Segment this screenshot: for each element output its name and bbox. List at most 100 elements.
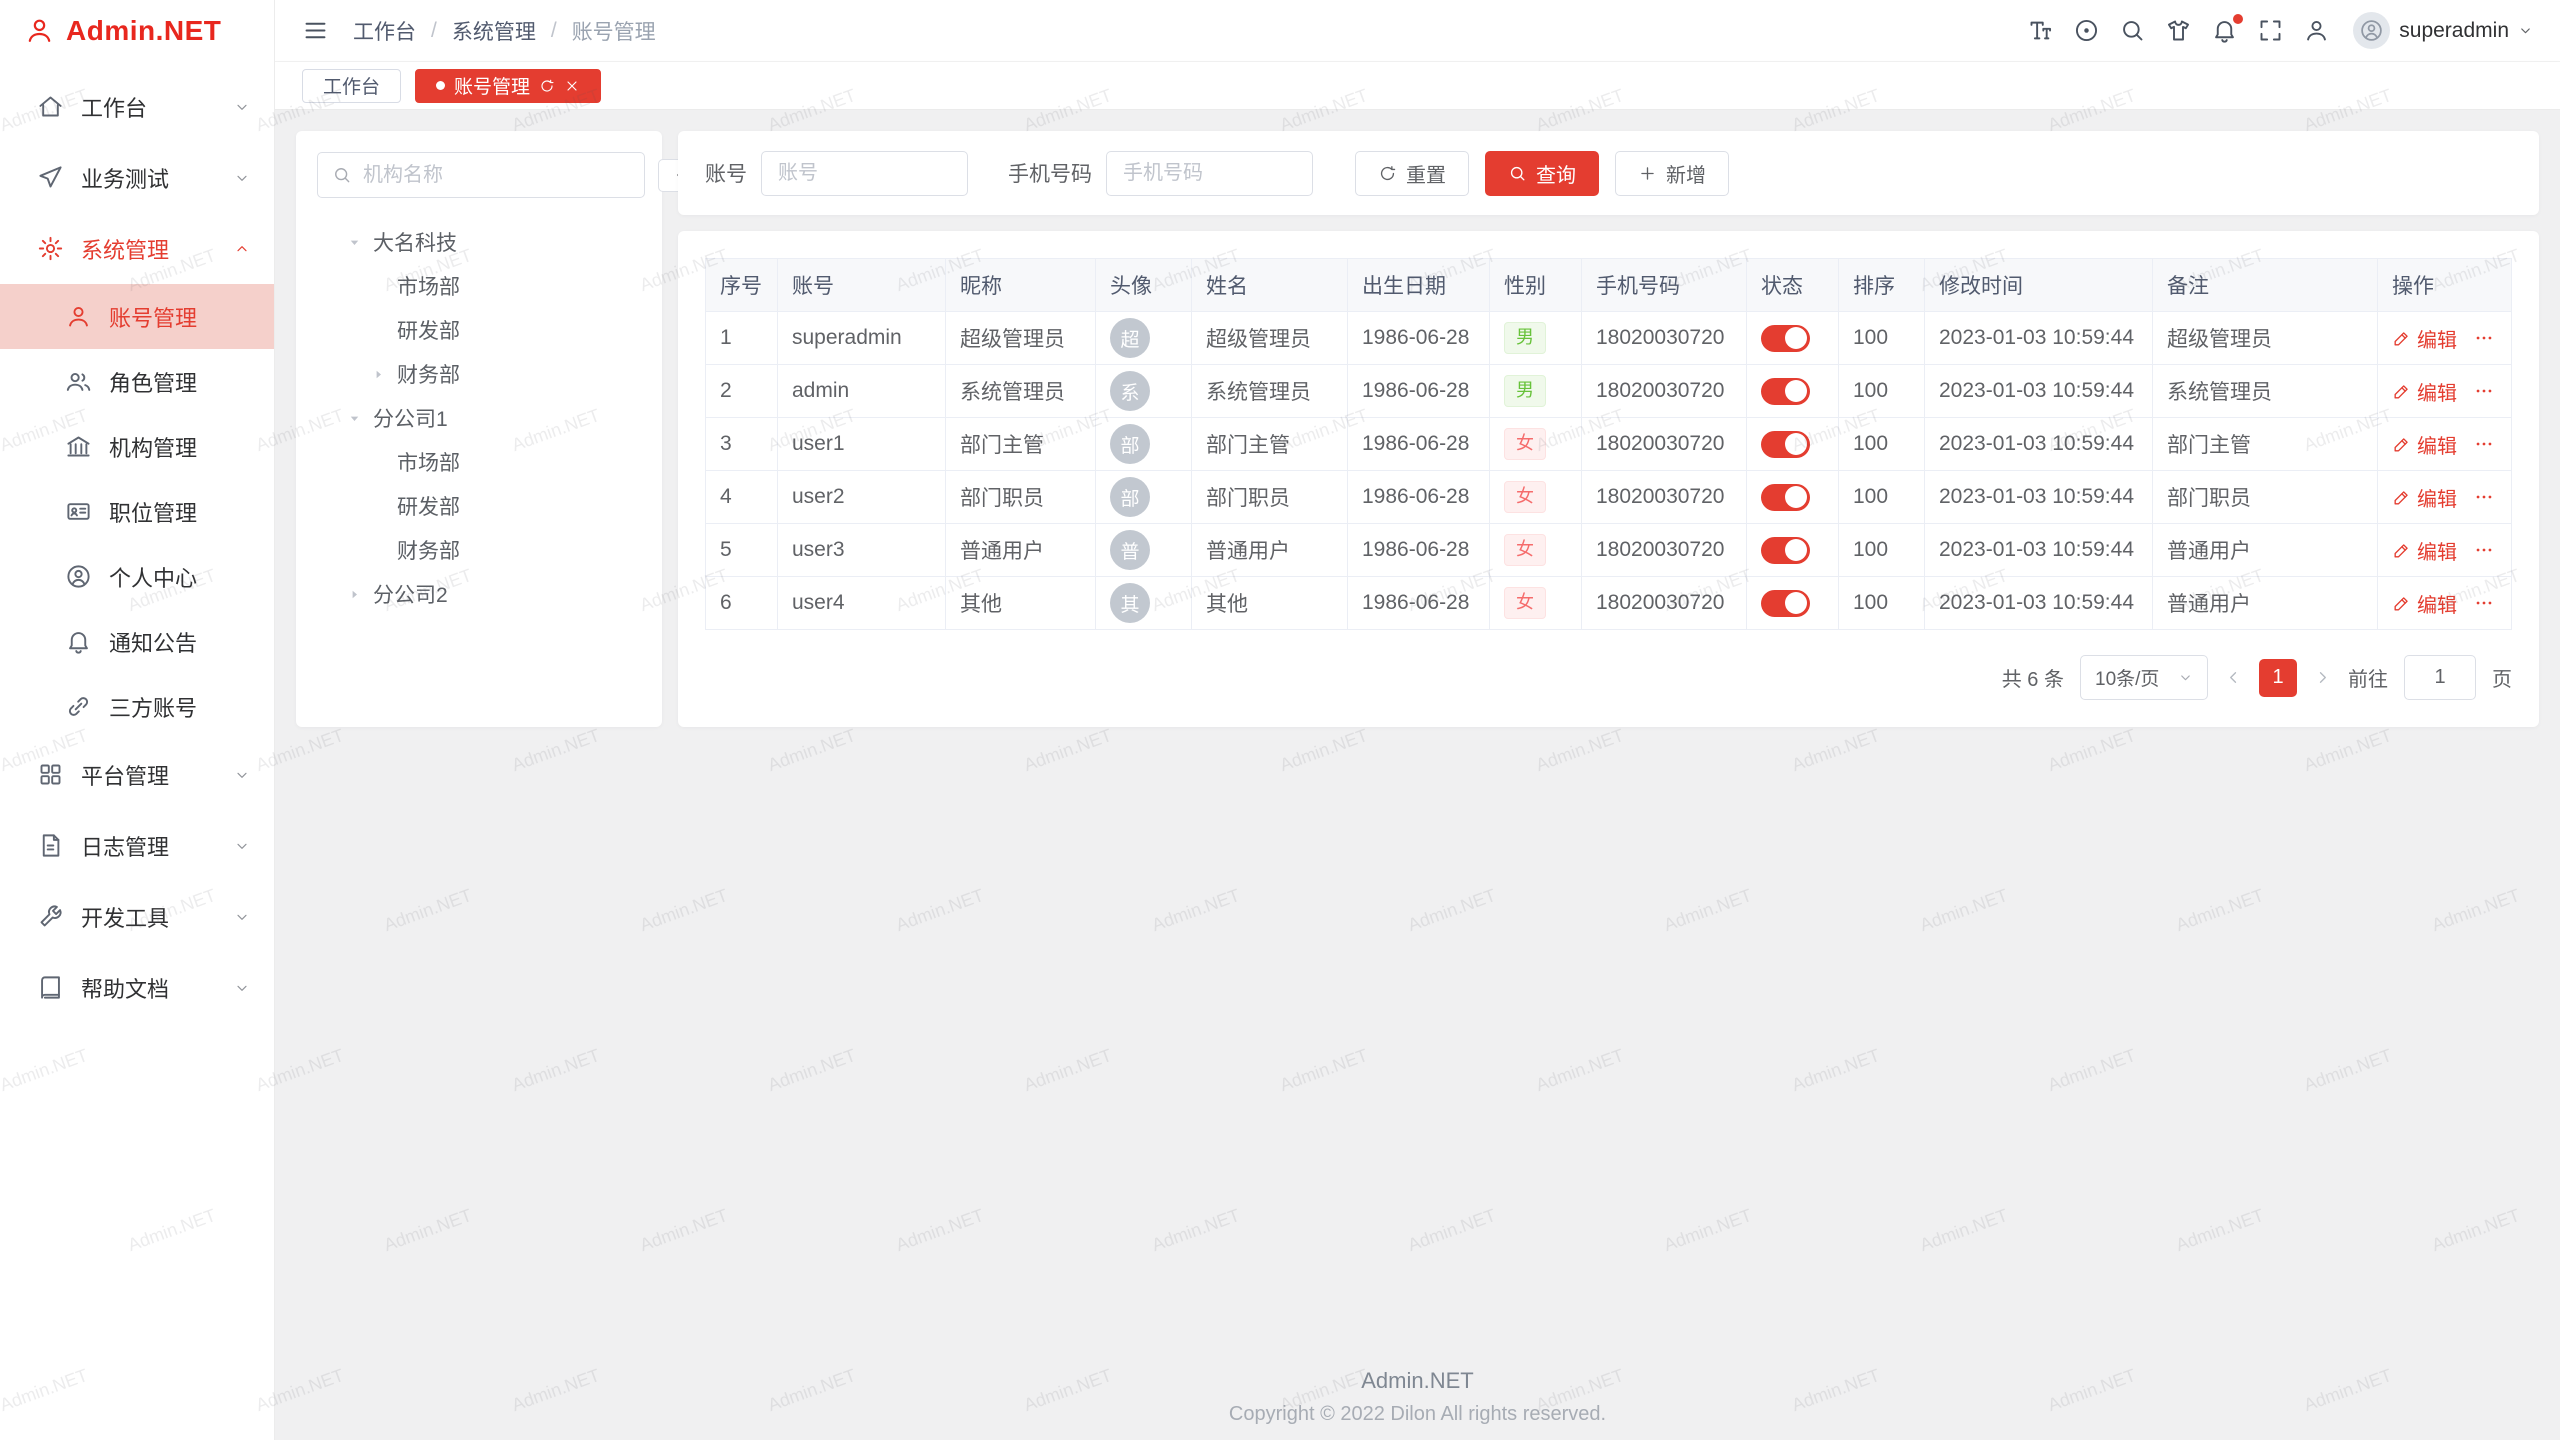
edit-button[interactable]: 编辑: [2392, 483, 2457, 512]
sidebar-item-工作台[interactable]: 工作台: [0, 71, 274, 142]
sidebar-item-日志管理[interactable]: 日志管理: [0, 810, 274, 881]
tree-node-分公司1[interactable]: 分公司1: [317, 396, 641, 440]
sidebar-subitem-个人中心[interactable]: 个人中心: [0, 544, 274, 609]
cell-actions[interactable]: 编辑: [2378, 471, 2512, 524]
row-more-button[interactable]: [2473, 539, 2495, 561]
edit-button[interactable]: 编辑: [2392, 377, 2457, 406]
notification-bell[interactable]: [2211, 17, 2238, 44]
row-more-button[interactable]: [2473, 433, 2495, 455]
cell-status[interactable]: [1747, 577, 1839, 630]
cell-gender: 女: [1490, 418, 1582, 471]
reset-button[interactable]: 重置: [1355, 151, 1469, 196]
goto-page-input[interactable]: [2404, 655, 2476, 700]
current-page[interactable]: 1: [2259, 659, 2297, 697]
cell-status[interactable]: [1747, 365, 1839, 418]
sidebar-item-平台管理[interactable]: 平台管理: [0, 739, 274, 810]
caret-right-icon[interactable]: [347, 587, 362, 602]
sidebar-item-开发工具[interactable]: 开发工具: [0, 881, 274, 952]
row-more-button[interactable]: [2473, 380, 2495, 402]
status-toggle[interactable]: [1761, 378, 1810, 405]
cell-actions[interactable]: 编辑: [2378, 365, 2512, 418]
table-header-row: 序号账号昵称头像姓名出生日期性别手机号码状态排序修改时间备注操作: [706, 259, 2512, 312]
add-button[interactable]: 新增: [1615, 151, 1729, 196]
cell-actions[interactable]: 编辑: [2378, 418, 2512, 471]
caret-down-icon[interactable]: [347, 411, 362, 426]
sidebar-item-业务测试[interactable]: 业务测试: [0, 142, 274, 213]
status-toggle[interactable]: [1761, 325, 1810, 352]
tab-工作台[interactable]: 工作台: [302, 69, 401, 103]
status-toggle[interactable]: [1761, 431, 1810, 458]
edit-button[interactable]: 编辑: [2392, 589, 2457, 618]
account-input[interactable]: [761, 151, 968, 196]
edit-button[interactable]: 编辑: [2392, 430, 2457, 459]
page-size-select[interactable]: 10条/页: [2080, 655, 2208, 700]
sidebar-subitem-职位管理[interactable]: 职位管理: [0, 479, 274, 544]
target-icon[interactable]: [2073, 17, 2100, 44]
org-search-input[interactable]: [317, 152, 645, 198]
avatar: 部: [1110, 477, 1150, 517]
cell-status[interactable]: [1747, 524, 1839, 577]
search-icon[interactable]: [2119, 17, 2146, 44]
sidebar-subitem-账号管理[interactable]: 账号管理: [0, 284, 274, 349]
fullscreen-icon[interactable]: [2257, 17, 2284, 44]
status-toggle[interactable]: [1761, 484, 1810, 511]
prev-page-button[interactable]: [2224, 668, 2243, 687]
tree-node-市场部[interactable]: 市场部: [317, 440, 641, 484]
cell-index: 1: [706, 312, 778, 365]
cell-status[interactable]: [1747, 312, 1839, 365]
sidebar-subitem-机构管理[interactable]: 机构管理: [0, 414, 274, 479]
logo[interactable]: Admin.NET: [0, 0, 274, 61]
chevron-icon: [234, 838, 250, 854]
cell-phone: 18020030720: [1582, 577, 1747, 630]
sidebar-item-系统管理[interactable]: 系统管理: [0, 213, 274, 284]
edit-button[interactable]: 编辑: [2392, 536, 2457, 565]
breadcrumb-item[interactable]: 账号管理: [572, 16, 656, 46]
status-toggle[interactable]: [1761, 590, 1810, 617]
next-page-button[interactable]: [2313, 668, 2332, 687]
edit-button[interactable]: 编辑: [2392, 324, 2457, 353]
row-more-button[interactable]: [2473, 592, 2495, 614]
row-more-button[interactable]: [2473, 327, 2495, 349]
tree-node-分公司2[interactable]: 分公司2: [317, 572, 641, 616]
sidebar-subitem-三方账号[interactable]: 三方账号: [0, 674, 274, 739]
tree-node-大名科技[interactable]: 大名科技: [317, 220, 641, 264]
tab-账号管理[interactable]: 账号管理: [415, 69, 601, 103]
chevron-down-icon: [2178, 670, 2193, 685]
user-icon[interactable]: [2303, 17, 2330, 44]
search-button[interactable]: 查询: [1485, 151, 1599, 196]
caret-right-icon[interactable]: [371, 367, 386, 382]
cell-actions[interactable]: 编辑: [2378, 577, 2512, 630]
sidebar-item-帮助文档[interactable]: 帮助文档: [0, 952, 274, 1023]
sidebar-subitem-角色管理[interactable]: 角色管理: [0, 349, 274, 414]
caret-down-icon[interactable]: [347, 235, 362, 250]
tree-node-财务部[interactable]: 财务部: [317, 352, 641, 396]
sidebar-subitem-通知公告[interactable]: 通知公告: [0, 609, 274, 674]
cell-index: 5: [706, 524, 778, 577]
tree-node-市场部[interactable]: 市场部: [317, 264, 641, 308]
column-header-出生日期: 出生日期: [1348, 259, 1490, 312]
collapse-menu-icon[interactable]: [302, 17, 329, 44]
tree-node-研发部[interactable]: 研发部: [317, 308, 641, 352]
cell-status[interactable]: [1747, 471, 1839, 524]
theme-icon[interactable]: [2165, 17, 2192, 44]
tab-close-icon[interactable]: [564, 78, 580, 94]
tab-refresh-icon[interactable]: [539, 78, 555, 94]
font-size-icon[interactable]: [2027, 17, 2054, 44]
tree-node-财务部[interactable]: 财务部: [317, 528, 641, 572]
cell-nickname: 普通用户: [946, 524, 1096, 577]
tree-node-研发部[interactable]: 研发部: [317, 484, 641, 528]
status-toggle[interactable]: [1761, 537, 1810, 564]
edit-label: 编辑: [2417, 589, 2457, 618]
sidebar-subitem-label: 账号管理: [109, 301, 197, 333]
users-icon: [65, 368, 92, 395]
phone-input[interactable]: [1106, 151, 1313, 196]
cell-status[interactable]: [1747, 418, 1839, 471]
cell-avatar: 部: [1096, 418, 1192, 471]
row-more-button[interactable]: [2473, 486, 2495, 508]
user-menu[interactable]: superadmin: [2353, 12, 2533, 49]
breadcrumb-item[interactable]: 工作台: [353, 16, 416, 46]
cell-actions[interactable]: 编辑: [2378, 524, 2512, 577]
org-search-field[interactable]: [361, 163, 630, 188]
breadcrumb-item[interactable]: 系统管理: [452, 16, 536, 46]
cell-actions[interactable]: 编辑: [2378, 312, 2512, 365]
